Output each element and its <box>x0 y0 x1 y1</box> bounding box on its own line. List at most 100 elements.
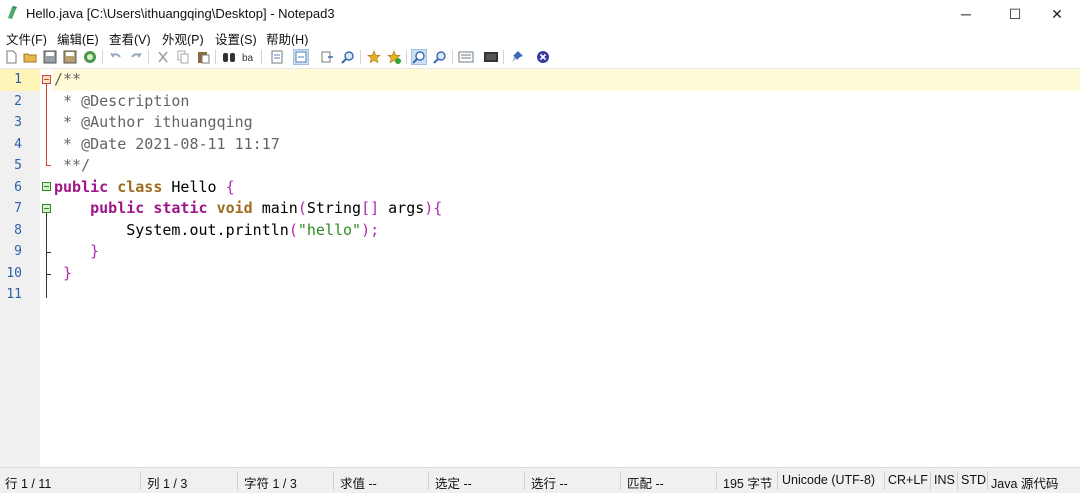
toolbar-separator <box>406 50 407 64</box>
code-token: } <box>90 242 100 260</box>
code-token: * @Author ithuangqing <box>54 113 253 131</box>
zoom-in-icon[interactable] <box>411 49 427 65</box>
add-favorite-icon[interactable] <box>386 49 402 65</box>
fold-line-comment <box>46 84 47 165</box>
status-eol[interactable]: CR+LF <box>888 473 928 487</box>
status-lexer[interactable]: Java 源代码 <box>991 473 1058 492</box>
find-icon[interactable] <box>221 49 237 65</box>
toolbar: ba <box>0 46 1080 69</box>
code-token: ); <box>361 220 380 239</box>
maximize-icon: ☐ <box>1008 5 1022 22</box>
status-separator <box>930 471 931 490</box>
line-number: 4 <box>14 136 22 152</box>
paste-icon[interactable] <box>195 49 211 65</box>
fold-toggle-comment[interactable] <box>42 75 51 84</box>
redo-icon[interactable] <box>128 49 144 65</box>
current-line-highlight <box>53 69 1080 91</box>
code-line[interactable]: } <box>54 241 99 263</box>
code-token: class <box>117 177 163 196</box>
fold-end-method <box>46 252 51 253</box>
zoom-search-icon[interactable] <box>340 49 356 65</box>
status-separator <box>237 471 238 490</box>
fold-end-class <box>46 274 51 275</box>
toolbar-separator <box>215 50 216 64</box>
code-token: public <box>90 199 145 217</box>
fold-line-class <box>46 213 47 298</box>
status-separator <box>987 471 988 490</box>
status-separator <box>620 471 621 490</box>
code-token: **/ <box>54 156 91 174</box>
status-separator <box>716 471 717 490</box>
undo-icon[interactable] <box>108 49 124 65</box>
status-ins[interactable]: INS <box>934 473 955 487</box>
code-token: Hello <box>162 177 226 196</box>
status-column: 列 1 / 3 <box>147 477 188 491</box>
line-number: 11 <box>6 287 22 302</box>
code-line[interactable]: /** <box>54 69 81 91</box>
goto-icon[interactable] <box>319 49 335 65</box>
editor-area[interactable]: 1 /** 2 * @Description 3 * @Author ithuangq… <box>0 69 1080 467</box>
browse-icon[interactable] <box>82 49 98 65</box>
line-number: 8 <box>14 222 22 238</box>
status-bar: 行 1 / 11 列 1 / 3 字符 1 / 3 求值 -- 选定 -- 选行… <box>0 467 1080 493</box>
status-encoding[interactable]: Unicode (UTF-8) <box>782 473 875 487</box>
code-token: "hello" <box>297 220 362 239</box>
line-number: 5 <box>14 158 22 173</box>
cut-icon[interactable] <box>155 49 171 65</box>
code-line[interactable]: public class Hello { <box>54 177 235 199</box>
code-token: ( <box>297 199 307 217</box>
status-eval: 求值 -- <box>340 477 377 491</box>
status-separator <box>428 471 429 490</box>
status-bytes: 195 字节 <box>723 477 773 491</box>
replace-icon[interactable]: ba <box>241 49 257 65</box>
code-line[interactable]: * @Description <box>54 91 189 113</box>
view-whitespace-icon[interactable] <box>293 49 309 65</box>
code-line[interactable]: public static void main(String[] args){ <box>54 198 442 220</box>
status-std[interactable]: STD <box>961 473 986 487</box>
open-folder-icon[interactable] <box>22 49 38 65</box>
line-number: 6 <box>14 179 22 195</box>
favorites-icon[interactable] <box>366 49 382 65</box>
exit-icon[interactable] <box>535 49 551 65</box>
line-number: 1 <box>14 72 22 87</box>
close-button[interactable]: ✕ <box>1034 0 1080 28</box>
line-number: 10 <box>6 265 22 281</box>
toolbar-separator <box>503 50 504 64</box>
toolbar-separator <box>148 50 149 64</box>
code-line[interactable]: } <box>54 263 72 285</box>
title-bar: Hello.java [C:\Users\ithuangqing\Desktop… <box>0 0 1080 28</box>
new-file-icon[interactable] <box>3 49 19 65</box>
toolbar-separator <box>102 50 103 64</box>
fold-end-comment <box>46 165 51 166</box>
code-token: ){ <box>424 199 443 217</box>
save-as-icon[interactable] <box>62 49 78 65</box>
word-wrap-icon[interactable] <box>269 49 285 65</box>
maximize-button[interactable]: ☐ <box>992 0 1038 28</box>
code-token: ( <box>288 220 298 239</box>
code-token: void <box>216 199 253 217</box>
copy-icon[interactable] <box>175 49 191 65</box>
status-char: 字符 1 / 3 <box>244 477 297 491</box>
customize-icon[interactable] <box>483 49 499 65</box>
code-line[interactable]: System.out.println("hello"); <box>54 220 379 242</box>
pin-icon[interactable] <box>509 49 525 65</box>
scheme-icon[interactable] <box>458 49 474 65</box>
toolbar-separator <box>261 50 262 64</box>
code-line[interactable]: * @Author ithuangqing <box>54 112 253 134</box>
toolbar-separator <box>452 50 453 64</box>
status-separator <box>884 471 885 490</box>
code-token: args <box>379 199 425 217</box>
line-number: 9 <box>14 244 22 259</box>
minimize-button[interactable]: ─ <box>943 0 989 28</box>
status-separator <box>957 471 958 490</box>
zoom-out-icon[interactable] <box>432 49 448 65</box>
status-separator <box>333 471 334 490</box>
code-line[interactable]: **/ <box>54 155 90 177</box>
fold-toggle-method[interactable] <box>42 204 51 213</box>
code-line[interactable]: * @Date 2021-08-11 11:17 <box>54 134 280 156</box>
fold-toggle-class[interactable] <box>42 182 51 191</box>
save-icon[interactable] <box>42 49 58 65</box>
